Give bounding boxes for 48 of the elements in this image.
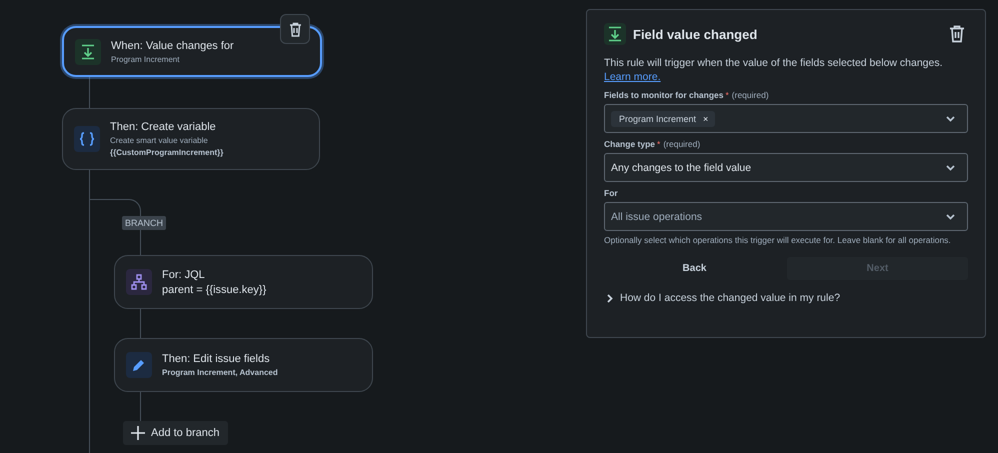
- select-field[interactable]: Any changes to the field value: [604, 153, 968, 182]
- required-mark: *: [657, 139, 660, 149]
- download-icon: [608, 26, 622, 42]
- node-title: Then: Create variable: [110, 121, 217, 133]
- rule-node-card[interactable]: When: Value changes for Program Increment: [62, 26, 322, 77]
- chevron-right-icon: [607, 294, 613, 302]
- pencil-icon: [132, 358, 146, 372]
- chevron-down-icon: [946, 164, 955, 170]
- node-title: Then: Edit issue fields: [162, 353, 271, 365]
- learn-more-link[interactable]: Learn more.: [604, 71, 661, 83]
- download-icon: [81, 44, 95, 60]
- rule-node-card[interactable]: Then: Edit issue fields Program Increment, Advanced: [114, 338, 373, 392]
- braces-icon: [79, 132, 95, 146]
- rule-node-card[interactable]: For: JQL parent = {{issue.key}}: [114, 255, 373, 309]
- node-detail: {{CustomProgramIncrement}}: [110, 148, 224, 157]
- required-mark: *: [725, 90, 729, 100]
- node-subtitle: parent = {{issue.key}}: [162, 284, 266, 296]
- chevron-down-icon: [946, 116, 955, 122]
- chevron-down-icon: [946, 214, 955, 220]
- trash-icon: [288, 22, 302, 36]
- hierarchy-icon: [131, 274, 147, 290]
- node-title: When: Value changes for: [111, 40, 234, 52]
- description-text: This rule will trigger when the value of the fields selected below changes. Learn more.: [604, 56, 944, 84]
- node-detail: Program Increment, Advanced: [162, 368, 278, 377]
- select-placeholder: All issue operations: [611, 210, 704, 222]
- delete-button[interactable]: [280, 14, 310, 44]
- disclosure-toggle[interactable]: How do I access the changed value in my rule?: [604, 292, 968, 304]
- field-label: Fields to monitor for changes: [604, 90, 724, 100]
- required-note: (required): [732, 90, 769, 100]
- select-field[interactable]: All issue operations: [604, 202, 968, 231]
- field-label: Change type: [604, 139, 656, 149]
- remove-tag-button[interactable]: ×: [703, 114, 708, 124]
- add-to-branch-button[interactable]: Add to branch: [123, 421, 228, 445]
- trash-icon[interactable]: [949, 25, 965, 43]
- select-field[interactable]: Program Increment ×: [604, 104, 968, 133]
- panel-title: Field value changed: [633, 26, 758, 42]
- tag-label: Program Increment: [619, 114, 696, 124]
- field-label: For: [604, 188, 618, 198]
- plus-icon: [131, 426, 145, 440]
- branch-tag: BRANCH: [122, 216, 166, 230]
- back-button[interactable]: Back: [604, 257, 785, 280]
- node-title: For: JQL: [162, 268, 206, 280]
- required-note: (required): [663, 139, 700, 149]
- help-text: Optionally select which operations this trigger will execute for. Leave blank for all operations.: [604, 235, 952, 245]
- select-value: Any changes to the field value: [611, 162, 752, 174]
- node-subtitle: Create smart value variable: [110, 136, 209, 145]
- node-subtitle: Program Increment: [111, 54, 180, 64]
- rule-node-card[interactable]: Then: Create variable Create smart value variable {{CustomProgramIncrement}}: [62, 108, 320, 170]
